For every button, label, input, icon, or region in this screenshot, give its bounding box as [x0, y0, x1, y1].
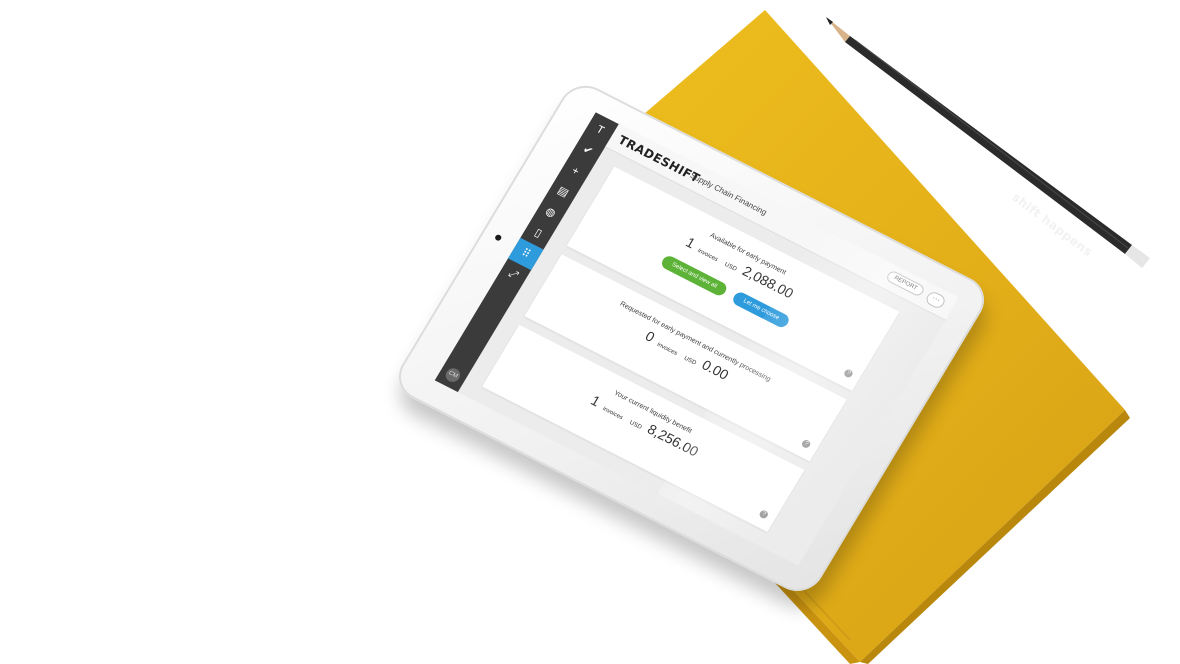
invoice-unit: invoices [655, 341, 679, 357]
invoice-unit: invoices [601, 406, 624, 422]
invoice-count: 0 [642, 327, 658, 346]
currency-label: USD [723, 261, 738, 273]
help-icon[interactable]: ? [800, 438, 812, 450]
avatar[interactable]: CM [443, 365, 463, 385]
help-icon[interactable]: ? [842, 368, 855, 379]
invoice-count: 1 [588, 392, 604, 410]
report-button[interactable]: REPORT [884, 269, 926, 298]
invoice-count: 1 [683, 233, 699, 252]
more-options-button[interactable]: ··· [923, 289, 948, 311]
help-icon[interactable]: ? [758, 509, 770, 520]
currency-label: USD [628, 419, 643, 431]
camera-icon [494, 233, 503, 242]
invoice-unit: invoices [696, 248, 719, 264]
currency-label: USD [682, 355, 698, 367]
photo-scene: shift happens T ✔ + ▤ ◍ ▯ ⠿ ⤢ CM TRADESH… [0, 0, 1180, 664]
